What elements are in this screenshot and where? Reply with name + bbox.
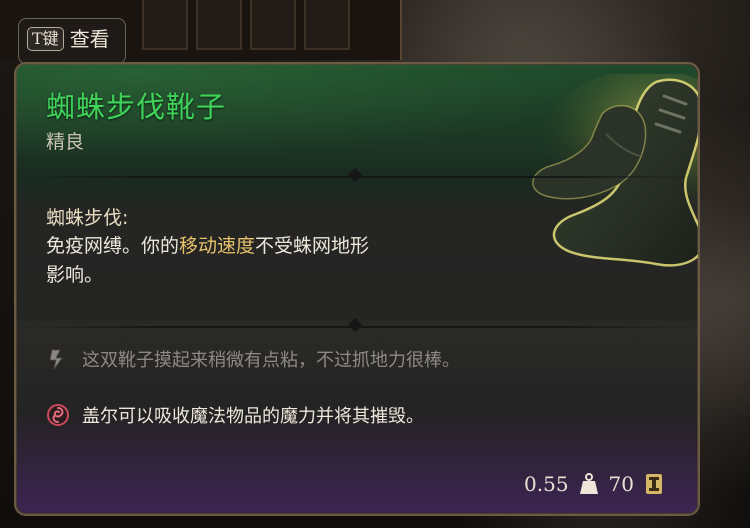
effect-title: 蜘蛛步伐: bbox=[46, 207, 129, 229]
section-divider bbox=[16, 167, 698, 183]
item-rarity: 精良 bbox=[46, 131, 85, 153]
flavor-text: 这双靴子摸起来稍微有点粘，不过抓地力很棒。 bbox=[82, 350, 460, 371]
inventory-slot[interactable] bbox=[142, 0, 188, 50]
item-stats: 0.55 70 bbox=[524, 472, 664, 496]
gold-value: 70 bbox=[608, 472, 634, 496]
spiderstep-boots-icon bbox=[532, 74, 698, 267]
magic-swirl-icon bbox=[47, 404, 69, 426]
effect-description: 免疫网缚。你的移动速度不受蛛网地形 影响。 bbox=[46, 232, 516, 290]
inventory-slot[interactable] bbox=[250, 0, 296, 50]
keybind-t: T键 bbox=[27, 27, 64, 51]
gale-note-text: 盖尔可以吸收魔法物品的魔力并将其摧毁。 bbox=[82, 406, 424, 427]
inspect-label: 查看 bbox=[69, 27, 110, 51]
gale-note-row: 盖尔可以吸收魔法物品的魔力并将其摧毁。 bbox=[46, 402, 424, 428]
effect-desc-text: 不受蛛网地形 bbox=[255, 235, 370, 257]
game-scene: T键 查看 蜘蛛步伐靴子 精良 蜘蛛步伐: 免疫网缚。你的移动速度不受蛛网地形 … bbox=[0, 0, 750, 528]
inventory-slot[interactable] bbox=[196, 0, 242, 50]
item-tooltip: 蜘蛛步伐靴子 精良 蜘蛛步伐: 免疫网缚。你的移动速度不受蛛网地形 影响。 这双… bbox=[14, 62, 700, 516]
quill-icon bbox=[49, 349, 63, 370]
inventory-slot[interactable] bbox=[304, 0, 350, 50]
weight-value: 0.55 bbox=[524, 472, 569, 496]
movement-speed-keyword[interactable]: 移动速度 bbox=[179, 235, 255, 257]
effect-desc-text: 免疫网缚。你的 bbox=[46, 235, 180, 257]
gold-coin-icon bbox=[646, 474, 662, 494]
flavor-text-row: 这双靴子摸起来稍微有点粘，不过抓地力很棒。 bbox=[46, 346, 460, 372]
inspect-hint[interactable]: T键 查看 bbox=[18, 18, 126, 64]
section-divider bbox=[16, 317, 698, 333]
item-name: 蜘蛛步伐靴子 bbox=[46, 90, 227, 124]
effect-desc-text: 影响。 bbox=[46, 264, 104, 286]
item-effect: 蜘蛛步伐: 免疫网缚。你的移动速度不受蛛网地形 影响。 bbox=[46, 204, 516, 290]
weight-icon bbox=[579, 473, 598, 494]
